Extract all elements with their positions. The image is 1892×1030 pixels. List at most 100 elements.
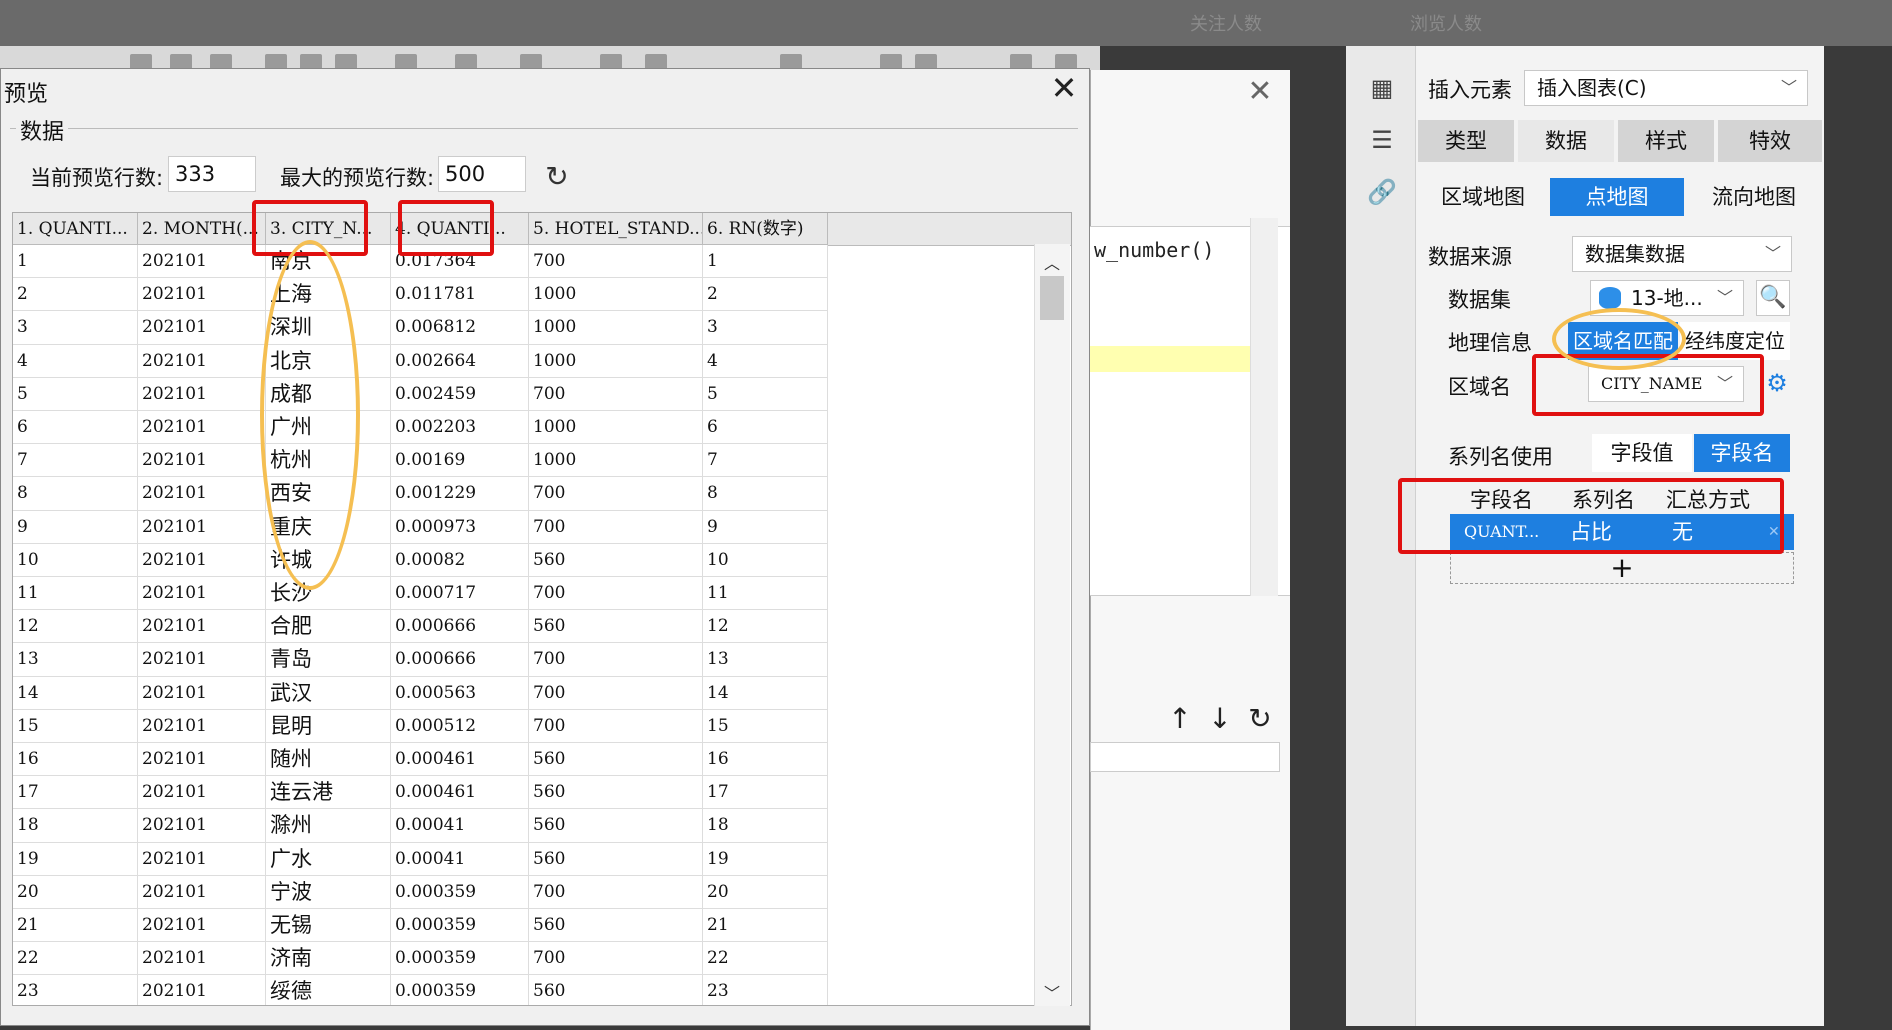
column-header[interactable]: 2. MONTH(...	[138, 213, 266, 245]
table-cell: 202101	[138, 344, 266, 377]
tab-style[interactable]: 样式	[1618, 120, 1714, 162]
table-cell: 202101	[138, 411, 266, 444]
series-field-name[interactable]: 字段名	[1694, 434, 1790, 472]
table-cell: 0.000973	[391, 510, 529, 543]
table-cell: 0.000461	[391, 743, 529, 776]
table-row[interactable]: 8 202101 西安 0.001229 700 8	[13, 477, 828, 511]
table-cell: 20	[13, 875, 138, 908]
gear-icon[interactable]: ⚙	[1762, 368, 1792, 398]
widget-settings-icon[interactable]: ☰	[1366, 124, 1398, 156]
table-row[interactable]: 15 202101 昆明 0.000512 700 15	[13, 709, 828, 743]
tab-type[interactable]: 类型	[1418, 120, 1514, 162]
table-row[interactable]: 11 202101 长沙 0.000717 700 11	[13, 577, 828, 611]
table-row[interactable]: 18 202101 滁州 0.00041 560 18	[13, 809, 828, 843]
table-cell: 560	[529, 610, 703, 643]
table-cell: 202101	[138, 577, 266, 610]
table-row[interactable]: 21 202101 无锡 0.000359 560 21	[13, 909, 828, 943]
table-cell: 1	[703, 245, 828, 278]
table-cell: 0.000563	[391, 676, 529, 709]
table-row[interactable]: 10 202101 许城 0.00082 560 10	[13, 543, 828, 577]
highlight-field-table	[1398, 478, 1784, 554]
tab-effects[interactable]: 特效	[1718, 120, 1822, 162]
table-row[interactable]: 22 202101 济南 0.000359 700 22	[13, 942, 828, 976]
table-row[interactable]: 9 202101 重庆 0.000973 700 9	[13, 510, 828, 544]
grid-scrollbar[interactable]	[1034, 244, 1070, 1006]
data-source-select[interactable]: 数据集数据 ﹀	[1572, 236, 1792, 272]
table-cell: 15	[703, 709, 828, 742]
table-cell: 0.00041	[391, 842, 529, 875]
table-cell: 8	[13, 477, 138, 510]
table-cell: 0.000666	[391, 610, 529, 643]
close-icon[interactable]: ✕	[1046, 70, 1082, 106]
outer-background	[1824, 46, 1892, 1026]
formula-input[interactable]	[1090, 742, 1280, 772]
preview-data-grid[interactable]: 1. QUANTI... 2. MONTH(... 3. CITY_N... 4. Q…	[12, 212, 1072, 1006]
scroll-up-icon[interactable]: ︿	[1040, 250, 1064, 273]
series-field-value[interactable]: 字段值	[1592, 434, 1692, 472]
table-cell: 202101	[138, 743, 266, 776]
table-cell: 202101	[138, 975, 266, 1005]
close-icon[interactable]: ✕	[1240, 74, 1280, 110]
max-rows-input[interactable]: 500	[438, 156, 526, 192]
insert-element-select[interactable]: 插入图表(C) ﹀	[1524, 70, 1808, 106]
arrow-up-icon[interactable]: ↑	[1164, 702, 1196, 735]
table-cell: 22	[703, 942, 828, 975]
scroll-down-icon[interactable]: ﹀	[1040, 980, 1064, 1003]
table-cell: 0.000359	[391, 942, 529, 975]
tab-views[interactable]: 浏览人数	[1410, 10, 1482, 36]
data-source-label: 数据来源	[1428, 245, 1512, 269]
table-cell: 202101	[138, 444, 266, 477]
refresh-icon[interactable]: ↻	[540, 160, 574, 194]
table-cell: 700	[529, 709, 703, 742]
search-icon[interactable]: 🔍	[1756, 280, 1790, 316]
cell-attributes-icon[interactable]: ▦	[1366, 72, 1398, 104]
table-cell: 滁州	[266, 809, 391, 842]
table-row[interactable]: 4 202101 北京 0.002664 1000 4	[13, 344, 828, 378]
table-row[interactable]: 23 202101 绥德 0.000359 560 23	[13, 975, 828, 1005]
scroll-thumb[interactable]	[1040, 276, 1064, 320]
table-cell: 202101	[138, 477, 266, 510]
map-type-point[interactable]: 点地图	[1550, 178, 1684, 216]
table-cell: 0.001229	[391, 477, 529, 510]
map-type-flow[interactable]: 流向地图	[1688, 178, 1820, 216]
table-row[interactable]: 20 202101 宁波 0.000359 700 20	[13, 875, 828, 909]
table-row[interactable]: 12 202101 合肥 0.000666 560 12	[13, 610, 828, 644]
current-rows-input[interactable]: 333	[168, 156, 256, 192]
table-cell: 700	[529, 377, 703, 410]
table-row[interactable]: 2 202101 上海 0.011781 1000 2	[13, 278, 828, 312]
table-cell: 202101	[138, 942, 266, 975]
table-row[interactable]: 13 202101 青岛 0.000666 700 13	[13, 643, 828, 677]
table-row[interactable]: 3 202101 深圳 0.006812 1000 3	[13, 311, 828, 345]
max-rows-label: 最大的预览行数:	[280, 166, 435, 190]
table-cell: 22	[13, 942, 138, 975]
table-cell: 19	[703, 842, 828, 875]
table-row[interactable]: 7 202101 杭州 0.00169 1000 7	[13, 444, 828, 478]
tab-data[interactable]: 数据	[1518, 120, 1614, 162]
table-cell: 14	[703, 676, 828, 709]
table-row[interactable]: 16 202101 随州 0.000461 560 16	[13, 743, 828, 777]
table-cell: 700	[529, 875, 703, 908]
table-cell: 7	[703, 444, 828, 477]
refresh-icon[interactable]: ↻	[1244, 702, 1276, 735]
add-field-button[interactable]: +	[1450, 552, 1794, 584]
table-row[interactable]: 17 202101 连云港 0.000461 560 17	[13, 776, 828, 810]
insert-element-value: 插入图表(C)	[1537, 76, 1647, 100]
table-row[interactable]: 19 202101 广水 0.00041 560 19	[13, 842, 828, 876]
table-cell: 17	[703, 776, 828, 809]
hyperlink-icon[interactable]: 🔗	[1366, 176, 1398, 208]
table-cell: 560	[529, 776, 703, 809]
current-line-highlight	[1090, 346, 1250, 372]
map-type-region[interactable]: 区域地图	[1418, 178, 1548, 216]
table-row[interactable]: 14 202101 武汉 0.000563 700 14	[13, 676, 828, 710]
arrow-down-icon[interactable]: ↓	[1204, 702, 1236, 735]
column-header[interactable]: 6. RN(数字)	[703, 213, 828, 245]
table-row[interactable]: 6 202101 广州 0.002203 1000 6	[13, 411, 828, 445]
table-cell: 1000	[529, 278, 703, 311]
tab-followers[interactable]: 关注人数	[1190, 10, 1262, 36]
column-header[interactable]: 1. QUANTI...	[13, 213, 138, 245]
code-scrollbar[interactable]	[1250, 218, 1278, 596]
table-cell: 202101	[138, 875, 266, 908]
table-cell: 0.000717	[391, 577, 529, 610]
table-row[interactable]: 5 202101 成都 0.002459 700 5	[13, 377, 828, 411]
column-header[interactable]: 5. HOTEL_STAND...	[529, 213, 703, 245]
